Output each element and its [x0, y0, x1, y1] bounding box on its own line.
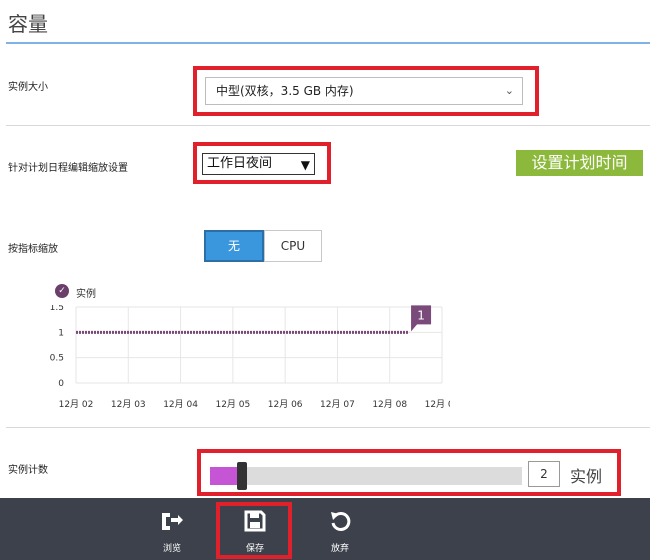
chevron-down-icon: ⌄	[504, 84, 514, 97]
chart-series: 1	[76, 305, 432, 334]
y-tick-label: 1.5	[50, 305, 64, 313]
chart-x-ticks: 12月 02 12月 03 12月 04 12月 05 12月 06 12月 07 12月 …	[59, 399, 450, 410]
metric-option-cpu[interactable]: CPU	[264, 230, 322, 262]
discard-button[interactable]: 放弃	[310, 500, 370, 555]
chevron-down-icon: ▼	[300, 158, 310, 172]
metric-option-none[interactable]: 无	[204, 230, 264, 262]
instance-count-label: 实例计数	[8, 465, 48, 476]
series-end-label: 1	[417, 308, 425, 322]
legend-check-icon[interactable]: ✓	[55, 284, 69, 298]
instance-size-select[interactable]: 中型(双核，3.5 GB 内存) ⌄	[205, 77, 523, 105]
instance-size-label: 实例大小	[8, 82, 48, 93]
browse-button[interactable]: 浏览	[142, 500, 202, 555]
legend-series-label: 实例	[76, 289, 96, 300]
x-tick-label: 12月 07	[320, 399, 355, 410]
browse-label: 浏览	[162, 544, 181, 554]
metric-scale-label: 按指标缩放	[8, 244, 58, 255]
instance-size-value: 中型(双核，3.5 GB 内存)	[216, 84, 354, 98]
instance-count-slider-handle[interactable]	[237, 462, 247, 490]
x-tick-label: 12月 09	[425, 399, 450, 410]
instance-count-slider-track[interactable]	[210, 467, 522, 485]
divider	[6, 125, 650, 126]
undo-icon	[331, 511, 351, 531]
browse-icon	[162, 513, 183, 530]
x-tick-label: 12月 03	[111, 399, 146, 410]
x-tick-label: 12月 06	[268, 399, 303, 410]
set-schedule-time-button[interactable]: 设置计划时间	[516, 150, 643, 176]
instance-chart: 00.511.5 12月 02 12月 03 12月 04 12月 05 12月 06 1…	[50, 305, 450, 410]
schedule-select[interactable]: 工作日夜间 ▼	[202, 153, 315, 175]
title-divider	[6, 42, 650, 44]
chart-y-ticks: 0 0.5 1 1.5	[50, 305, 65, 389]
y-tick-label: 0	[58, 379, 64, 389]
save-button[interactable]: 保存	[225, 500, 285, 555]
discard-label: 放弃	[330, 544, 349, 554]
instance-count-slider-fill	[210, 467, 237, 485]
y-tick-label: 0.5	[50, 354, 64, 364]
x-tick-label: 12月 02	[59, 399, 94, 410]
schedule-value: 工作日夜间	[207, 156, 273, 171]
chart-grid	[75, 306, 443, 384]
divider	[6, 427, 650, 428]
y-tick-label: 1	[58, 328, 64, 338]
x-tick-label: 12月 05	[215, 399, 250, 410]
instance-count-input[interactable]: 2	[528, 461, 560, 487]
instance-count-unit: 实例	[570, 467, 603, 486]
schedule-label: 针对计划日程编辑缩放设置	[8, 163, 128, 174]
x-tick-label: 12月 04	[163, 399, 198, 410]
save-label: 保存	[245, 544, 264, 554]
x-tick-label: 12月 08	[372, 399, 407, 410]
section-title: 容量	[8, 12, 48, 36]
save-icon	[244, 510, 266, 532]
